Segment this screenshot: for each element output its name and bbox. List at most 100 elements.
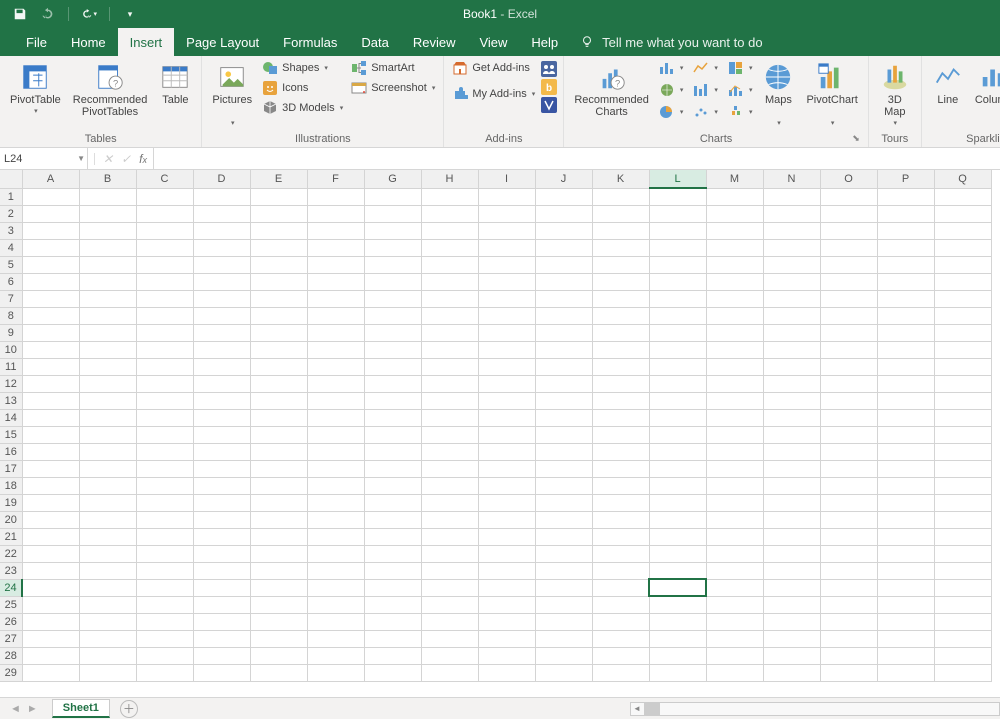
cell[interactable] <box>649 205 706 222</box>
cell[interactable] <box>136 613 193 630</box>
row-header[interactable]: 25 <box>0 596 22 613</box>
cell[interactable] <box>820 528 877 545</box>
cell[interactable] <box>79 443 136 460</box>
cell[interactable] <box>421 307 478 324</box>
cell[interactable] <box>649 358 706 375</box>
cell[interactable] <box>820 647 877 664</box>
row-header[interactable]: 18 <box>0 477 22 494</box>
maps-button[interactable]: Maps▾ <box>758 59 798 132</box>
cell[interactable] <box>136 307 193 324</box>
tab-review[interactable]: Review <box>401 28 468 56</box>
cell[interactable] <box>763 409 820 426</box>
cell[interactable] <box>250 188 307 205</box>
cell[interactable] <box>307 188 364 205</box>
cell[interactable] <box>478 375 535 392</box>
cell[interactable] <box>22 613 79 630</box>
cell[interactable] <box>820 375 877 392</box>
column-header[interactable]: H <box>421 170 478 188</box>
cell[interactable] <box>79 222 136 239</box>
cell[interactable] <box>250 307 307 324</box>
cell[interactable] <box>364 188 421 205</box>
map-chart-button[interactable]: ▾ <box>657 81 686 99</box>
cell[interactable] <box>364 426 421 443</box>
recommended-charts-button[interactable]: ? Recommended Charts <box>570 59 653 120</box>
cell[interactable] <box>877 392 934 409</box>
cell[interactable] <box>934 494 991 511</box>
cell[interactable] <box>877 205 934 222</box>
cell[interactable] <box>250 205 307 222</box>
cell[interactable] <box>136 205 193 222</box>
cell[interactable] <box>307 307 364 324</box>
cell[interactable] <box>478 511 535 528</box>
cell[interactable] <box>877 409 934 426</box>
cell[interactable] <box>763 358 820 375</box>
cell[interactable] <box>535 562 592 579</box>
cell[interactable] <box>592 358 649 375</box>
cell[interactable] <box>307 494 364 511</box>
cell[interactable] <box>649 630 706 647</box>
cell[interactable] <box>250 477 307 494</box>
cell[interactable] <box>478 239 535 256</box>
cell[interactable] <box>763 341 820 358</box>
cell[interactable] <box>79 528 136 545</box>
cell[interactable] <box>193 375 250 392</box>
cell[interactable] <box>877 647 934 664</box>
cell[interactable] <box>364 630 421 647</box>
cell[interactable] <box>820 630 877 647</box>
cell[interactable] <box>706 273 763 290</box>
cell[interactable] <box>478 477 535 494</box>
cell[interactable] <box>478 545 535 562</box>
cell[interactable] <box>478 188 535 205</box>
cell[interactable] <box>820 358 877 375</box>
cell[interactable] <box>592 290 649 307</box>
cell[interactable] <box>877 256 934 273</box>
cell[interactable] <box>820 409 877 426</box>
tab-file[interactable]: File <box>14 28 59 56</box>
cell[interactable] <box>307 205 364 222</box>
cell[interactable] <box>136 239 193 256</box>
cell[interactable] <box>22 630 79 647</box>
cell[interactable] <box>193 494 250 511</box>
sheet-tab-active[interactable]: Sheet1 <box>52 699 110 718</box>
cell[interactable] <box>478 613 535 630</box>
cell[interactable] <box>706 647 763 664</box>
cell[interactable] <box>364 392 421 409</box>
cell[interactable] <box>307 613 364 630</box>
row-header[interactable]: 17 <box>0 460 22 477</box>
cell[interactable] <box>307 239 364 256</box>
cell[interactable] <box>820 460 877 477</box>
cell[interactable] <box>649 222 706 239</box>
row-header[interactable]: 12 <box>0 375 22 392</box>
cell[interactable] <box>22 545 79 562</box>
cell[interactable] <box>763 528 820 545</box>
cell[interactable] <box>706 613 763 630</box>
cell[interactable] <box>421 545 478 562</box>
column-header[interactable]: M <box>706 170 763 188</box>
cell[interactable] <box>877 562 934 579</box>
cell[interactable] <box>79 545 136 562</box>
row-header[interactable]: 2 <box>0 205 22 222</box>
cell[interactable] <box>706 562 763 579</box>
cell[interactable] <box>706 443 763 460</box>
cell[interactable] <box>763 239 820 256</box>
cell[interactable] <box>877 341 934 358</box>
cell[interactable] <box>877 579 934 596</box>
get-addins-button[interactable]: Get Add-ins <box>450 59 537 77</box>
row-header[interactable]: 23 <box>0 562 22 579</box>
cell[interactable] <box>307 392 364 409</box>
cell[interactable] <box>79 494 136 511</box>
cell[interactable] <box>421 477 478 494</box>
cell[interactable] <box>535 188 592 205</box>
cancel-formula-icon[interactable]: ✕ <box>103 152 113 166</box>
cell[interactable] <box>250 324 307 341</box>
icons-button[interactable]: Icons <box>260 79 345 97</box>
cell[interactable] <box>649 647 706 664</box>
cell[interactable] <box>364 324 421 341</box>
cell[interactable] <box>136 426 193 443</box>
cell[interactable] <box>763 613 820 630</box>
cell[interactable] <box>706 341 763 358</box>
cell[interactable] <box>22 460 79 477</box>
cell[interactable] <box>364 477 421 494</box>
pivotchart-button[interactable]: PivotChart▾ <box>802 59 861 132</box>
cell[interactable] <box>877 630 934 647</box>
